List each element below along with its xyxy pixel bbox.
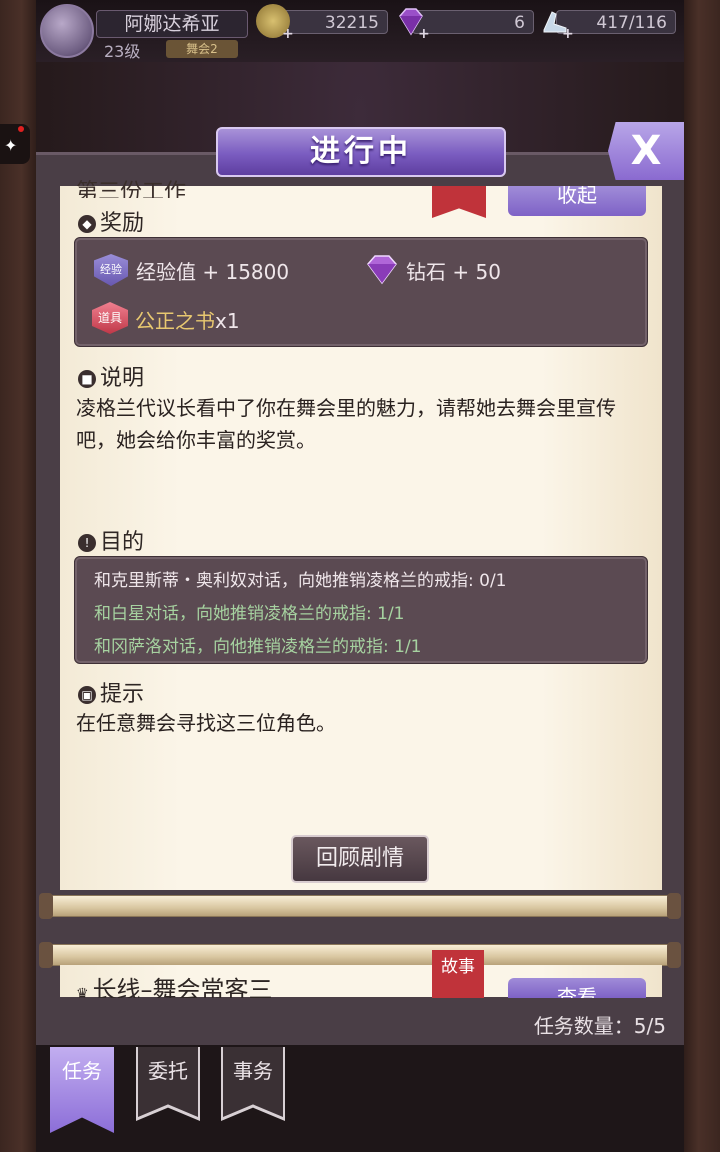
crown-icon: ♛ [76, 986, 89, 998]
close-button[interactable]: X [608, 122, 684, 180]
bottom-tab-bar [36, 1045, 684, 1152]
avatar[interactable] [40, 4, 94, 58]
review-story-button[interactable]: 回顾剧情 [291, 835, 429, 883]
left-frame-rail [0, 0, 36, 1152]
book-icon: ■ [78, 370, 96, 388]
goal-item-2: 和白星对话，向她推销凌格兰的戒指: 1/1 [94, 604, 405, 624]
quest-title: 第三份工作 [76, 180, 187, 198]
hint-heading: ▣ 提示 [78, 676, 144, 708]
goal-heading: ! 目的 [78, 524, 144, 556]
task-count: 任务数量：5/5 [533, 1014, 666, 1038]
player-tag: 舞会2 [166, 40, 238, 58]
item-name: 公正之书 [135, 309, 215, 333]
add-stamina-icon[interactable]: + [562, 26, 574, 42]
description-heading: ■ 说明 [78, 360, 144, 392]
scroll-roller-bottom [39, 893, 681, 919]
item-quantity: x1 [215, 309, 240, 333]
collapse-button[interactable]: 收起 [508, 186, 646, 216]
view-button[interactable]: 查看 [508, 978, 646, 998]
note-icon: ▣ [78, 686, 96, 704]
notification-dot [18, 126, 24, 132]
story-tag: 故事 [432, 950, 484, 998]
quest-description: 凌格兰代议长看中了你在舞会里的魅力，请帮她去舞会里宣传吧，她会给你丰富的奖赏。 [76, 396, 616, 452]
exp-reward: 经验值 + 15800 [136, 260, 290, 284]
exclamation-icon: ! [78, 534, 96, 552]
player-name: 阿娜达希亚 [96, 10, 248, 38]
goal-item-3: 和冈萨洛对话，向他推销凌格兰的戒指: 1/1 [94, 637, 422, 657]
diamond-reward-icon [367, 255, 397, 285]
next-quest-title: ♛ 长线–舞会常客三 [76, 970, 273, 998]
gift-icon: ◆ [78, 215, 96, 233]
diamond-counter: 6 [412, 10, 534, 34]
quest-hint: 在任意舞会寻找这三位角色。 [76, 711, 336, 735]
menu-icon: ✦ [4, 136, 18, 155]
player-level: 23级 [104, 42, 141, 61]
goal-item-1: 和克里斯蒂・奥利奴对话，向她推销凌格兰的戒指: 0/1 [94, 571, 507, 591]
right-frame-rail [684, 0, 720, 1152]
page-title: 进行中 [216, 127, 506, 177]
item-reward[interactable]: 公正之书x1 [135, 305, 240, 334]
side-menu-widget[interactable]: ✦ [0, 124, 30, 164]
add-coins-icon[interactable]: + [282, 26, 294, 42]
stamina-counter: 417/116 [556, 10, 676, 34]
diamond-reward: 钻石 + 50 [406, 260, 501, 284]
reward-heading: ◆ 奖励 [78, 205, 144, 237]
add-diamonds-icon[interactable]: + [418, 26, 430, 42]
scroll-roller-top [39, 942, 681, 968]
